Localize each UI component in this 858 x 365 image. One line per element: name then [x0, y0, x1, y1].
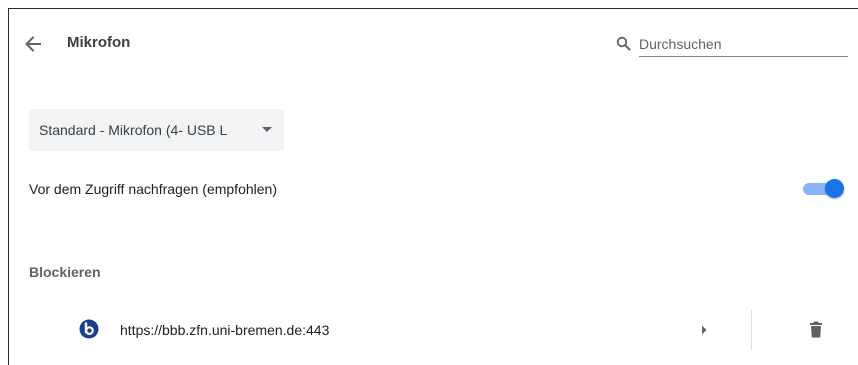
device-select-value: Standard - Mikrofon (4- USB L — [39, 122, 228, 138]
ask-before-access-label: Vor dem Zugriff nachfragen (empfohlen) — [29, 181, 277, 197]
row-divider — [751, 310, 752, 350]
toggle-knob — [825, 179, 844, 198]
blocked-site-url[interactable]: https://bbb.zfn.uni-bremen.de:443 — [120, 322, 329, 338]
back-button[interactable] — [22, 33, 44, 55]
page-title: Mikrofon — [67, 34, 131, 51]
ask-before-access-toggle[interactable] — [803, 178, 845, 198]
delete-site-button[interactable] — [803, 317, 829, 343]
search-box[interactable] — [612, 26, 848, 60]
blocked-site-row[interactable]: https://bbb.zfn.uni-bremen.de:443 — [0, 306, 858, 354]
arrow-back-icon — [25, 36, 41, 52]
search-icon — [616, 36, 631, 51]
microphone-device-select[interactable]: Standard - Mikrofon (4- USB L — [29, 109, 284, 151]
site-details-button[interactable] — [692, 318, 716, 342]
caret-down-icon — [262, 127, 272, 132]
chevron-right-icon — [702, 325, 707, 335]
block-section-heading: Blockieren — [29, 264, 101, 280]
bigbluebutton-icon — [79, 319, 99, 339]
trash-icon — [810, 321, 822, 338]
search-input[interactable] — [639, 32, 848, 57]
